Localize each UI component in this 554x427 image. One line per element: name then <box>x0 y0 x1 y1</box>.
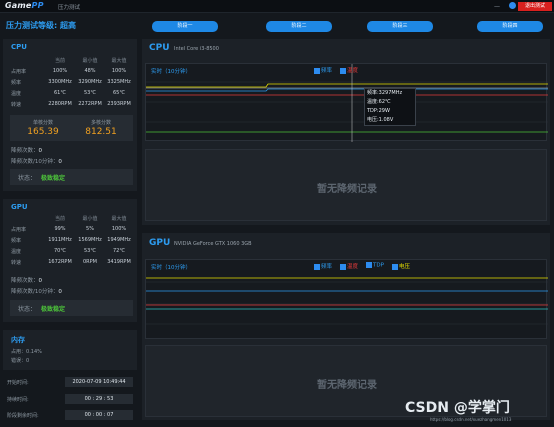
duration-row: 持续时间: 00 : 29 : 53 <box>3 394 137 405</box>
status-badge: 极致稳定 <box>41 306 66 313</box>
memory-panel: 内存 占用：0.14% 错误：0 <box>3 330 137 370</box>
col-max: 最大值 <box>111 58 127 64</box>
gpu-throttle-rate: 降频次数/10分钟：0 <box>11 289 62 295</box>
stage-3-button[interactable]: 阶段三 <box>367 21 433 32</box>
legend-temperature[interactable]: 温度 <box>340 66 358 74</box>
checkbox-icon[interactable] <box>392 263 398 270</box>
col-current: 当前 <box>54 58 65 64</box>
watermark-url: https://blog.csdn.net/xuezhangmen1013 <box>430 417 512 422</box>
title-bar: GamePP 压力测试 — 退出测试 <box>0 0 554 13</box>
legend-voltage[interactable]: 电压 <box>392 262 410 270</box>
cpu-stats-table: 当前 最小值 最大值 占用率 100% 48% 100% 频率 3300MHz … <box>11 55 133 110</box>
table-row: 转速 1672RPM 0RPM 3419RPM <box>11 259 131 266</box>
tooltip-voltage: 电压:1.08V <box>367 117 394 123</box>
cpu-throttle-rate: 降频次数/10分钟：0 <box>11 159 62 165</box>
stage-remaining-row: 阶段剩余时间: 00 : 00 : 07 <box>3 410 137 421</box>
table-row: 转速 2280RPM 2272RPM 2393RPM <box>11 101 131 108</box>
legend-temperature[interactable]: 温度 <box>340 262 358 270</box>
checkbox-icon[interactable] <box>340 67 346 74</box>
state-label: 状态： <box>18 175 37 182</box>
gpu-state-box: 状态： 极致稳定 <box>10 300 133 316</box>
cpu-realtime-chart: 实时（10分钟） 频率 温度 频率:3297MHz 温度:62℃ TDP:29W… <box>145 63 548 142</box>
memory-panel-title: 内存 <box>11 336 25 344</box>
table-row: 频率 3300MHz 3290MHz 3325MHz <box>11 79 131 86</box>
tooltip-frequency: 频率:3297MHz <box>367 90 403 96</box>
gpu-realtime-chart: 实时（10分钟） 频率 温度 TDP 电压 <box>145 259 548 339</box>
cpu-score-box: 单核分数 165.39 多核分数 812.51 <box>10 115 133 141</box>
cpu-model: Intel Core i3-8500 <box>174 46 219 52</box>
status-badge: 极致稳定 <box>41 175 66 182</box>
cpu-monitor-panel: CPU Intel Core i3-8500 实时（10分钟） 频率 温度 频率… <box>142 39 550 225</box>
col-max: 最大值 <box>111 216 127 222</box>
multi-core-label: 多核分数 <box>90 120 111 126</box>
legend-tdp[interactable]: TDP <box>366 262 384 269</box>
table-header: 当前 最小值 最大值 <box>11 213 133 224</box>
gpu-line-chart <box>146 277 548 325</box>
cpu-state-box: 状态： 极致稳定 <box>10 169 133 185</box>
start-time-value: 2020-07-09 10:49:44 <box>65 377 133 387</box>
cpu-blue-series <box>146 88 548 92</box>
duration-value: 00 : 29 : 53 <box>65 394 133 404</box>
state-label: 状态： <box>18 306 37 313</box>
table-row: 占用率 99% 5% 100% <box>11 226 127 233</box>
checkbox-icon[interactable] <box>366 262 372 268</box>
cpu-throttle-count: 降频次数：0 <box>11 148 43 154</box>
checkbox-icon[interactable] <box>314 67 320 74</box>
single-core-label: 单核分数 <box>32 120 53 126</box>
gpu-stats-table: 当前 最小值 最大值 占用率 99% 5% 100% 频率 1911MHz 15… <box>11 213 133 268</box>
gear-icon[interactable] <box>509 2 516 9</box>
cpu-throttle-records: 暂无降频记录 <box>145 149 547 221</box>
empty-state-text: 暂无降频记录 <box>317 380 377 391</box>
col-current: 当前 <box>54 216 65 222</box>
gpu-throttle-count: 降频次数：0 <box>11 278 43 284</box>
exit-test-button[interactable]: 退出测试 <box>518 2 552 11</box>
multi-core-score: 812.51 <box>85 127 117 137</box>
app-logo: GamePP <box>5 1 44 10</box>
stage-2-button[interactable]: 阶段二 <box>266 21 332 32</box>
legend-frequency[interactable]: 频率 <box>314 66 332 74</box>
start-time-row: 开始时间: 2020-07-09 10:49:44 <box>3 377 137 388</box>
legend-frequency[interactable]: 频率 <box>314 262 332 270</box>
gpu-chart-title: GPU <box>149 238 171 248</box>
realtime-label: 实时（10分钟） <box>151 265 191 271</box>
gpu-stats-panel: GPU 当前 最小值 最大值 占用率 99% 5% 100% 频率 1911MH… <box>3 199 137 322</box>
table-row: 温度 61℃ 53℃ 65℃ <box>11 90 125 97</box>
cpu-line-chart <box>146 64 548 142</box>
col-min: 最小值 <box>82 216 98 222</box>
tooltip-tdp: TDP:29W <box>367 108 390 114</box>
minimize-button[interactable]: — <box>494 3 500 10</box>
realtime-label: 实时（10分钟） <box>151 69 191 75</box>
table-row: 频率 1911MHz 1569MHz 1949MHz <box>11 237 131 244</box>
empty-state-text: 暂无降频记录 <box>317 184 377 195</box>
cpu-yellow-series <box>146 83 548 88</box>
table-row: 温度 70℃ 53℃ 72℃ <box>11 248 125 255</box>
memory-usage: 占用：0.14% <box>11 349 42 355</box>
col-min: 最小值 <box>82 58 98 64</box>
checkbox-icon[interactable] <box>340 263 346 270</box>
table-row: 占用率 100% 48% 100% <box>11 68 127 75</box>
table-header: 当前 最小值 最大值 <box>11 55 133 66</box>
stress-level-label: 压力测试等级: 超高 <box>6 21 76 30</box>
stage-4-button[interactable]: 阶段四 <box>477 21 543 32</box>
window-title: 压力测试 <box>58 5 81 11</box>
tooltip-temperature: 温度:62℃ <box>367 99 391 105</box>
cpu-chart-title: CPU <box>149 43 170 53</box>
cpu-panel-title: CPU <box>11 43 27 51</box>
cpu-stats-panel: CPU 当前 最小值 最大值 占用率 100% 48% 100% 频率 3300… <box>3 39 137 191</box>
memory-errors: 错误：0 <box>11 358 30 364</box>
stage-1-button[interactable]: 阶段一 <box>152 21 218 32</box>
single-core-score: 165.39 <box>27 127 59 137</box>
chart-tooltip: 频率:3297MHz 温度:62℃ TDP:29W 电压:1.08V <box>364 88 416 126</box>
watermark: CSDN @学掌门 <box>405 400 510 416</box>
checkbox-icon[interactable] <box>314 263 320 270</box>
gpu-panel-title: GPU <box>11 203 28 211</box>
gpu-model: NVIDIA GeForce GTX 1060 3GB <box>174 241 252 247</box>
stage-remaining-value: 00 : 00 : 07 <box>65 410 133 420</box>
gpu-monitor-panel: GPU NVIDIA GeForce GTX 1060 3GB 实时（10分钟）… <box>142 233 550 420</box>
